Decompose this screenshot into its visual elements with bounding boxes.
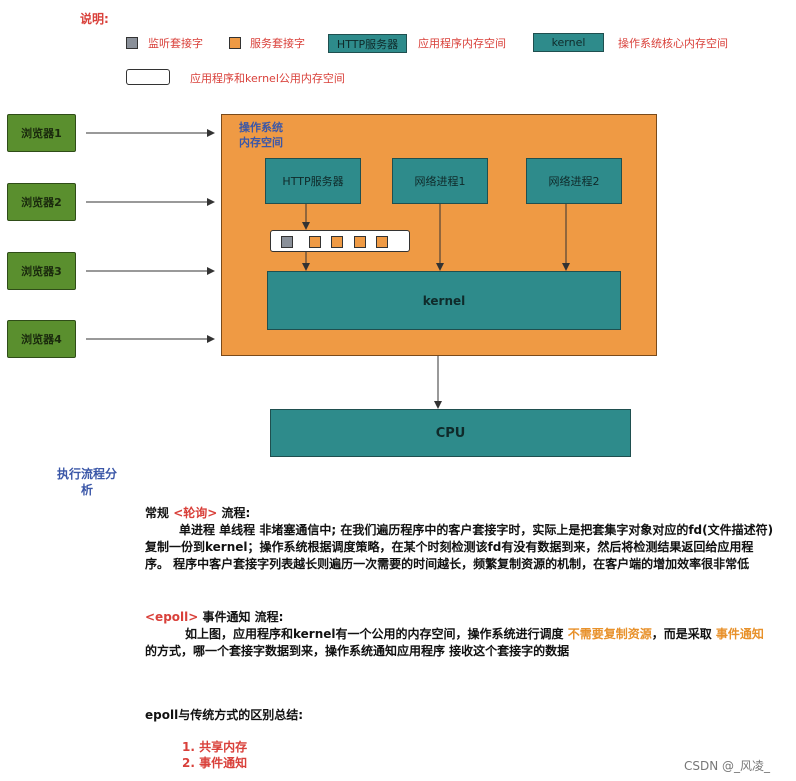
epoll-highlight-event-notify: 事件通知 bbox=[715, 627, 764, 641]
watermark: CSDN @_风凌_ bbox=[684, 759, 771, 773]
polling-prefix: 常规 bbox=[145, 506, 174, 520]
exec-flow-title: 执行流程分析 bbox=[56, 467, 117, 497]
epoll-highlight-no-copy: 不需要复制资源 bbox=[567, 627, 652, 641]
epoll-body-c: 的方式，哪一个套接字数据到来，操作系统通知应用程序 接收这个套接字的数据 bbox=[145, 644, 570, 658]
epoll-heading: <epoll> 事件通知 流程: bbox=[145, 609, 775, 626]
epoll-body-b: ，而是采取 bbox=[651, 627, 716, 641]
summary-item-1: 1. 共享内存 bbox=[182, 740, 248, 754]
epoll-suffix: 事件通知 流程: bbox=[198, 610, 284, 624]
polling-heading: 常规 <轮询> 流程: bbox=[145, 505, 775, 522]
epoll-body-a: 如上图，应用程序和kernel有一个公用的内存空间，操作系统进行调度 bbox=[185, 627, 568, 641]
polling-body: 单进程 单线程 非堵塞通信中; 在我们遍历程序中的客户套接字时，实际上是把套集字… bbox=[145, 523, 774, 571]
summary-item-2: 2. 事件通知 bbox=[182, 756, 248, 770]
summary-title: epoll与传统方式的区别总结: bbox=[145, 708, 303, 722]
polling-suffix: 流程: bbox=[217, 506, 251, 520]
connector-arrows bbox=[86, 129, 570, 409]
epoll-body: 如上图，应用程序和kernel有一个公用的内存空间，操作系统进行调度 不需要复制… bbox=[145, 626, 775, 660]
epoll-tag: <epoll> bbox=[145, 610, 199, 624]
polling-section: 常规 <轮询> 流程: 单进程 单线程 非堵塞通信中; 在我们遍历程序中的客户套… bbox=[145, 505, 775, 573]
epoll-section: <epoll> 事件通知 流程: 如上图，应用程序和kernel有一个公用的内存… bbox=[145, 609, 775, 660]
polling-tag: <轮询> bbox=[173, 506, 218, 520]
